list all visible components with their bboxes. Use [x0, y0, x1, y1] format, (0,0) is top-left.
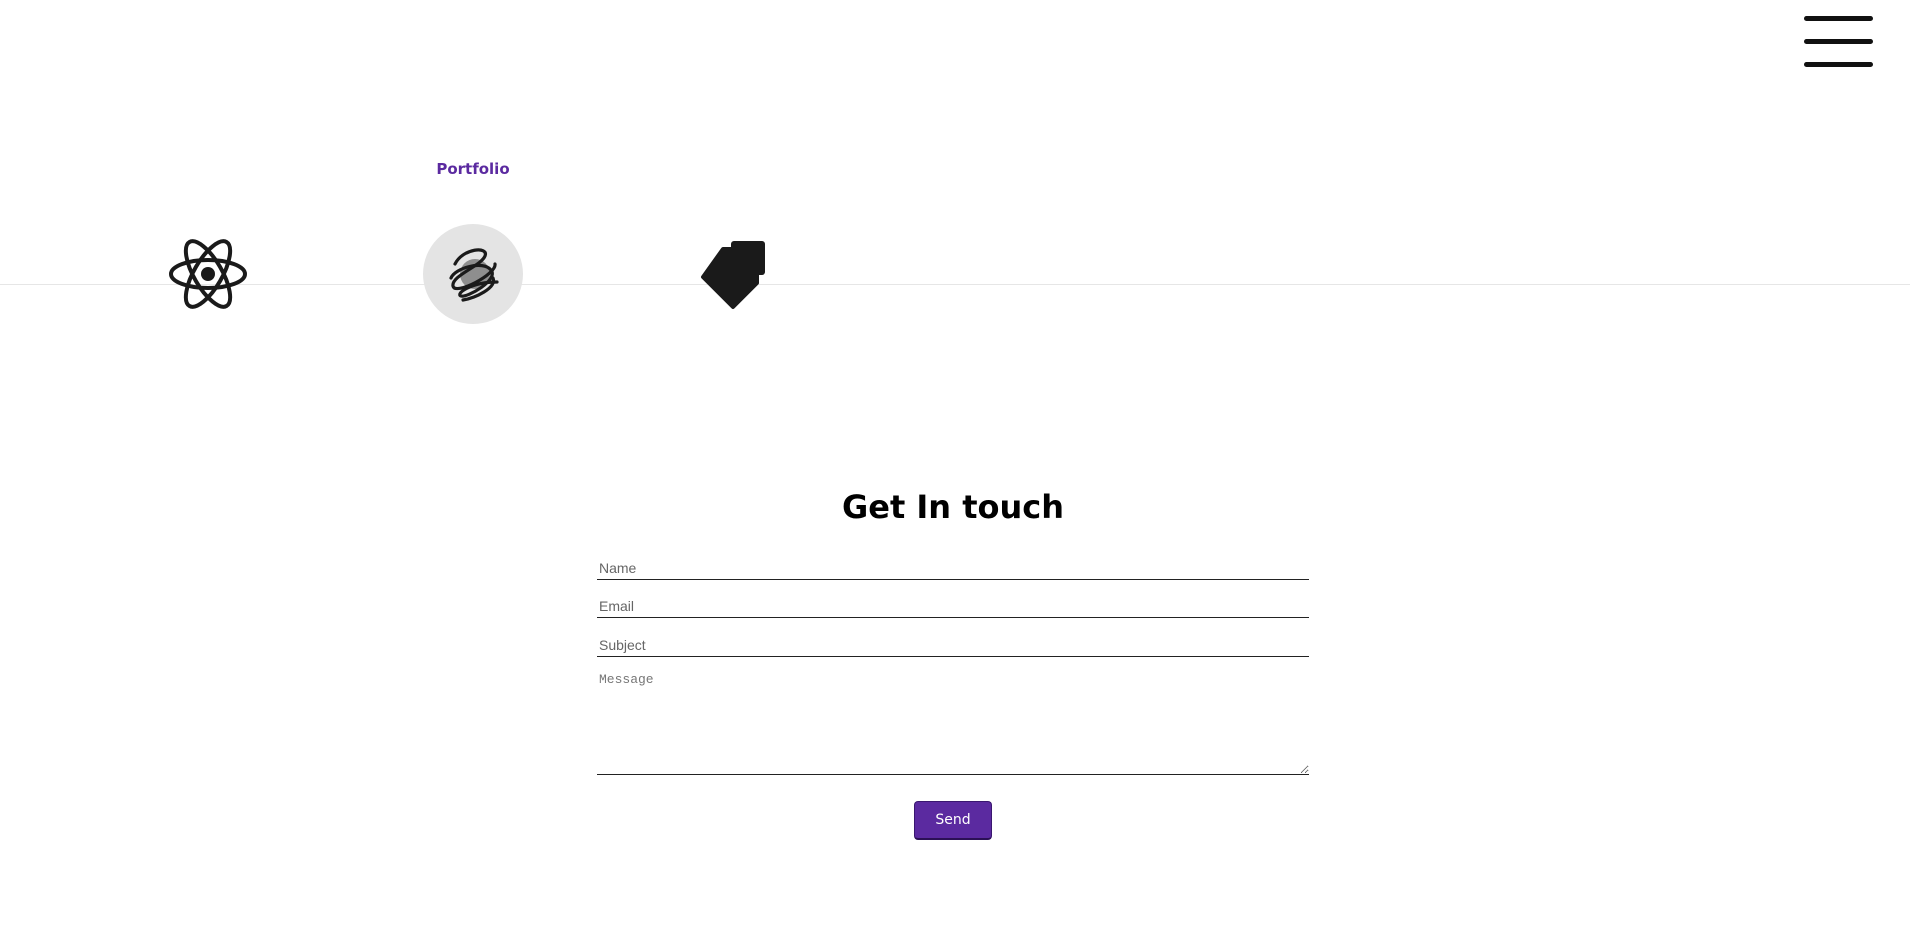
tech-item-stack[interactable]	[684, 224, 784, 324]
menu-bar-bottom	[1804, 62, 1873, 67]
tech-item-react[interactable]	[158, 224, 258, 324]
react-atom-icon	[169, 239, 247, 309]
scribble-icon	[449, 248, 499, 302]
message-field[interactable]	[597, 668, 1309, 775]
name-field[interactable]	[597, 556, 1309, 580]
active-tab-label: Portfolio	[436, 160, 510, 178]
subject-field[interactable]	[597, 633, 1309, 657]
tech-item-scribble[interactable]	[423, 224, 523, 324]
contact-title: Get In touch	[841, 488, 1065, 526]
page: Portfolio Get In touch Name Email Subjec…	[0, 0, 1910, 932]
email-field[interactable]	[597, 594, 1309, 618]
hamburger-menu-icon[interactable]	[1800, 14, 1876, 70]
send-button[interactable]: Send	[914, 801, 992, 840]
menu-bar-middle	[1804, 39, 1873, 44]
menu-bar-top	[1804, 16, 1873, 21]
stacked-diamond-icon	[701, 241, 765, 309]
tech-strip-divider	[0, 284, 1910, 285]
